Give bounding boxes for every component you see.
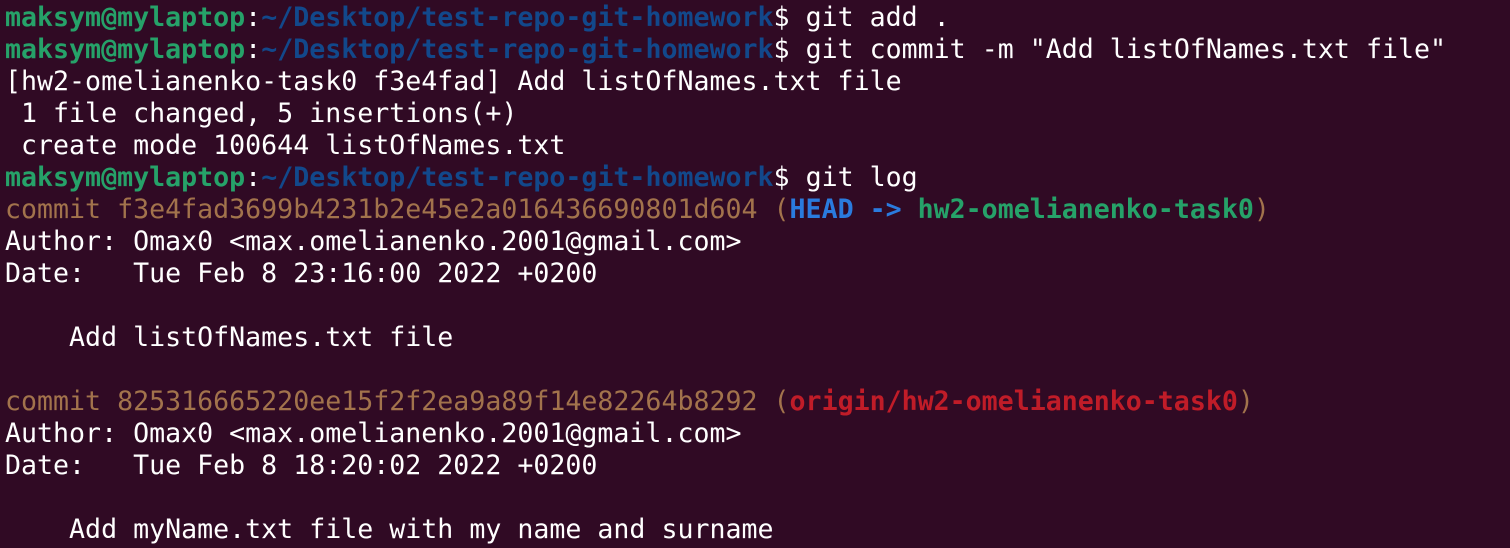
local-branch-ref: hw2-omelianenko-task0 <box>917 194 1254 225</box>
output-line: [hw2-omelianenko-task0 f3e4fad] Add list… <box>5 66 902 97</box>
commit-message: Add listOfNames.txt file <box>5 322 454 353</box>
author-line: Author: Omax0 <max.omelianenko.2001@gmai… <box>5 418 742 449</box>
output-line: create mode 100644 listOfNames.txt <box>5 130 566 161</box>
user-host: maksym@mylaptop <box>5 34 246 65</box>
commit-hash: commit 825316665220ee15f2f2ea9a89f14e822… <box>5 386 774 417</box>
head-ref: HEAD -> <box>789 194 918 225</box>
paren-close: ) <box>1237 386 1254 417</box>
prompt-line: maksym@mylaptop:~/Desktop/test-repo-git-… <box>5 162 1510 194</box>
prompt-line: maksym@mylaptop:~/Desktop/test-repo-git-… <box>5 34 1510 66</box>
user-host: maksym@mylaptop <box>5 162 246 193</box>
commit-line: commit 825316665220ee15f2f2ea9a89f14e822… <box>5 386 1510 418</box>
prompt-dollar: $ <box>773 34 806 65</box>
prompt-dollar: $ <box>773 2 806 33</box>
prompt-line: maksym@mylaptop:~/Desktop/test-repo-git-… <box>5 2 1510 34</box>
author-line: Author: Omax0 <max.omelianenko.2001@gmai… <box>5 226 742 257</box>
terminal-window[interactable]: maksym@mylaptop:~/Desktop/test-repo-git-… <box>0 0 1510 548</box>
paren-close: ) <box>1253 194 1270 225</box>
user-host: maksym@mylaptop <box>5 2 246 33</box>
prompt-colon: : <box>245 2 262 33</box>
command-text: git add . <box>805 2 950 33</box>
working-directory: ~/Desktop/test-repo-git-homework <box>261 34 774 65</box>
prompt-colon: : <box>245 162 262 193</box>
date-line: Date: Tue Feb 8 18:20:02 2022 +0200 <box>5 450 598 481</box>
commit-line: commit f3e4fad3699b4231b2e45e2a016436690… <box>5 194 1510 226</box>
command-text: git commit -m "Add listOfNames.txt file" <box>805 34 1447 65</box>
output-line: 1 file changed, 5 insertions(+) <box>5 98 518 129</box>
commit-message: Add myName.txt file with my name and sur… <box>5 514 774 545</box>
remote-branch-ref: origin/hw2-omelianenko-task0 <box>789 386 1238 417</box>
prompt-colon: : <box>245 34 262 65</box>
paren-open: ( <box>773 194 790 225</box>
prompt-dollar: $ <box>773 162 806 193</box>
working-directory: ~/Desktop/test-repo-git-homework <box>261 2 774 33</box>
command-text: git log <box>805 162 918 193</box>
commit-hash: commit f3e4fad3699b4231b2e45e2a016436690… <box>5 194 774 225</box>
date-line: Date: Tue Feb 8 23:16:00 2022 +0200 <box>5 258 598 289</box>
paren-open: ( <box>773 386 790 417</box>
working-directory: ~/Desktop/test-repo-git-homework <box>261 162 774 193</box>
